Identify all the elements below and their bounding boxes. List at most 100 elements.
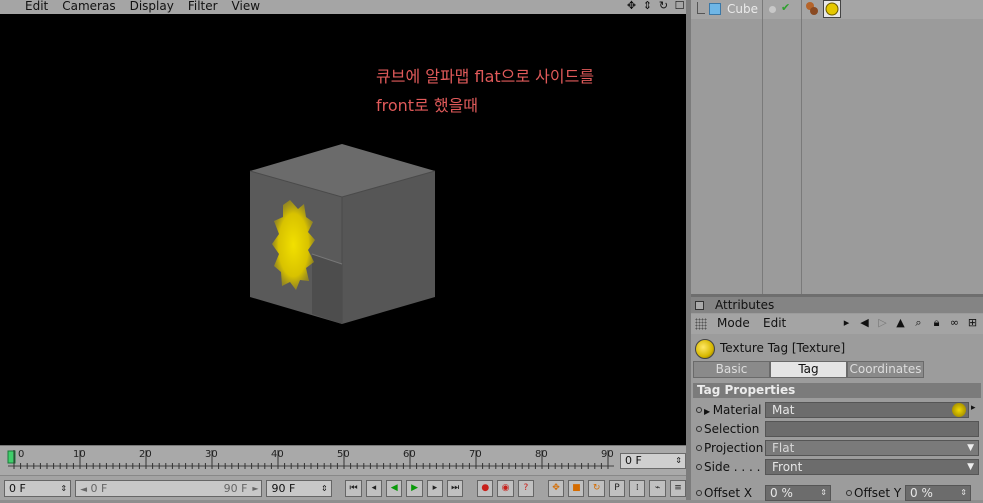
back-icon[interactable]: ◀ bbox=[858, 316, 871, 330]
range-right-arrow-icon[interactable]: ► bbox=[252, 481, 258, 496]
cube-right-face bbox=[342, 171, 435, 324]
rotate-view-icon[interactable]: ↻ bbox=[657, 0, 670, 12]
visibility-dot-icon[interactable] bbox=[769, 6, 776, 13]
tick-label: 10 bbox=[73, 449, 86, 460]
search-icon[interactable]: ⌕ bbox=[912, 316, 925, 330]
tick-label: 40 bbox=[271, 449, 284, 460]
stepper-icon[interactable]: ⇕ bbox=[60, 481, 67, 496]
tab-coordinates[interactable]: Coordinates bbox=[847, 361, 924, 378]
attribute-tabs: Basic Tag Coordinates bbox=[693, 361, 924, 378]
material-menu-arrow-icon[interactable]: ▸ bbox=[971, 403, 976, 413]
object-row-cube[interactable]: Cube ✔ bbox=[691, 0, 983, 19]
range-left-arrow-icon[interactable]: ◄ bbox=[80, 485, 87, 495]
texture-tag-icon[interactable] bbox=[823, 0, 841, 18]
play-forwards-button[interactable]: ▶ bbox=[406, 479, 423, 497]
menu-view[interactable]: View bbox=[232, 0, 260, 12]
material-row: ▶ Material Mat ▸ bbox=[691, 401, 983, 420]
side-dropdown[interactable]: Front ▼ bbox=[765, 459, 979, 475]
column-divider[interactable] bbox=[762, 0, 763, 294]
chevron-down-icon: ▼ bbox=[967, 462, 974, 472]
menu-edit[interactable]: Edit bbox=[763, 316, 786, 330]
link-icon[interactable]: ∞ bbox=[948, 316, 961, 330]
up-icon[interactable]: ▲ bbox=[894, 316, 907, 330]
start-frame-field[interactable]: 0 F ⇕ bbox=[4, 479, 72, 497]
range-start-value: 0 F bbox=[90, 481, 108, 495]
material-preview-icon bbox=[952, 403, 966, 417]
3d-viewport[interactable]: 큐브에 알파맵 flat으로 사이드를 front로 했을때 bbox=[0, 14, 686, 445]
new-window-icon[interactable]: ⊞ bbox=[966, 316, 979, 330]
side-row: Side . . . . . Front ▼ bbox=[691, 458, 983, 477]
lock-icon[interactable]: 🔒︎ bbox=[930, 316, 943, 330]
end-frame-field[interactable]: 90 F ⇕ bbox=[266, 479, 332, 497]
attributes-manager: Attributes Mode Edit ▸ ◀ ▷ ▲ ⌕ 🔒︎ ∞ ⊞ Te… bbox=[691, 297, 983, 501]
go-to-start-button[interactable]: ⏮ bbox=[345, 479, 362, 497]
selection-field[interactable] bbox=[765, 421, 979, 437]
preview-range-slider[interactable]: ◄ 0 F 90 F ► bbox=[75, 479, 263, 497]
selection-row: Selection bbox=[691, 420, 983, 439]
record-keyframe-button[interactable]: ● bbox=[477, 479, 494, 497]
keyframe-selection-button[interactable]: ? bbox=[517, 479, 535, 497]
annotation-line-2: front로 했을때 bbox=[376, 96, 479, 115]
previous-frame-button[interactable]: ◂ bbox=[365, 479, 383, 497]
record-rotation-button[interactable]: ↻ bbox=[588, 479, 605, 497]
record-parameter-button[interactable]: P bbox=[608, 479, 626, 497]
animate-bullet-icon[interactable] bbox=[696, 490, 702, 496]
menu-mode[interactable]: Mode bbox=[717, 316, 750, 330]
timeline[interactable]: 0 10 20 30 40 50 60 70 80 90 0 F ⇕ bbox=[0, 445, 686, 475]
viewport-menubar: Edit Cameras Display Filter View ✥ ⇕ ↻ ☐ bbox=[0, 0, 690, 14]
current-frame-field[interactable]: 0 F ⇕ bbox=[620, 453, 686, 469]
projection-dropdown[interactable]: Flat ▼ bbox=[765, 440, 979, 456]
panel-menu-icon[interactable] bbox=[695, 301, 704, 310]
animate-bullet-icon[interactable] bbox=[696, 426, 702, 432]
offset-x-label: Offset X bbox=[704, 486, 753, 500]
grip-icon[interactable] bbox=[695, 318, 707, 330]
timeline-settings-button[interactable]: ≡ bbox=[669, 479, 687, 497]
menu-filter[interactable]: Filter bbox=[188, 0, 218, 12]
cube-object-icon bbox=[709, 3, 721, 15]
tab-basic[interactable]: Basic bbox=[693, 361, 770, 378]
cube-inner-face bbox=[312, 254, 342, 324]
animate-bullet-icon[interactable] bbox=[696, 407, 702, 413]
enabled-check-icon[interactable]: ✔ bbox=[781, 1, 790, 14]
autokey-button[interactable]: ◉ bbox=[497, 479, 514, 497]
column-divider[interactable] bbox=[801, 0, 802, 294]
projection-row: Projection Flat ▼ bbox=[691, 439, 983, 458]
end-frame-value: 90 F bbox=[271, 481, 296, 495]
record-scale-button[interactable]: ■ bbox=[568, 479, 585, 497]
range-end-value: 90 F bbox=[223, 481, 248, 495]
move-view-icon[interactable]: ✥ bbox=[625, 0, 638, 12]
interpolation-button[interactable]: ⌁ bbox=[649, 479, 666, 497]
forward-icon[interactable]: ▷ bbox=[876, 316, 889, 330]
texture-tag-icon bbox=[695, 339, 715, 359]
play-backwards-button[interactable]: ◀ bbox=[386, 479, 403, 497]
offset-x-field[interactable]: 0 % ⇕ bbox=[765, 485, 831, 501]
go-to-end-button[interactable]: ⏭ bbox=[447, 479, 464, 497]
maximize-view-icon[interactable]: ☐ bbox=[673, 0, 686, 12]
zoom-view-icon[interactable]: ⇕ bbox=[641, 0, 654, 12]
offset-y-field[interactable]: 0 % ⇕ bbox=[905, 485, 971, 501]
stepper-icon[interactable]: ⇕ bbox=[675, 454, 682, 468]
record-pla-button[interactable]: ⁞ bbox=[629, 479, 646, 497]
tick-label: 80 bbox=[535, 449, 548, 460]
tick-label: 60 bbox=[403, 449, 416, 460]
stepper-icon[interactable]: ⇕ bbox=[820, 486, 827, 500]
menu-cameras[interactable]: Cameras bbox=[62, 0, 115, 12]
animate-bullet-icon[interactable] bbox=[846, 490, 852, 496]
animate-bullet-icon[interactable] bbox=[696, 464, 702, 470]
menu-display[interactable]: Display bbox=[130, 0, 174, 12]
stepper-icon[interactable]: ⇕ bbox=[321, 481, 328, 496]
tick-label: 70 bbox=[469, 449, 482, 460]
next-frame-button[interactable]: ▸ bbox=[426, 479, 444, 497]
object-name[interactable]: Cube bbox=[727, 2, 758, 16]
side-value: Front bbox=[772, 460, 803, 474]
stepper-icon[interactable]: ⇕ bbox=[960, 486, 967, 500]
side-label: Side . . . . . bbox=[704, 460, 769, 474]
object-manager[interactable]: Cube ✔ bbox=[691, 0, 983, 294]
menu-edit[interactable]: Edit bbox=[25, 0, 48, 12]
arrow-right-icon[interactable]: ▸ bbox=[840, 316, 853, 330]
record-position-button[interactable]: ✥ bbox=[547, 479, 565, 497]
expand-arrow-icon: ▶ bbox=[704, 407, 713, 416]
tab-tag[interactable]: Tag bbox=[770, 361, 847, 378]
material-link-field[interactable]: Mat bbox=[765, 402, 969, 418]
animate-bullet-icon[interactable] bbox=[696, 445, 702, 451]
